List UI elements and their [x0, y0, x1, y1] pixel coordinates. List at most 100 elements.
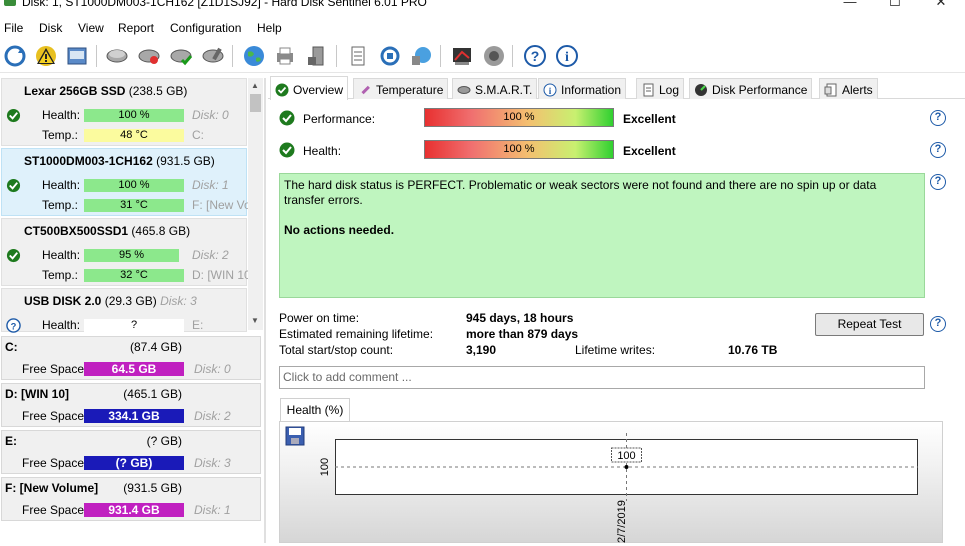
- minimize-button[interactable]: —: [827, 0, 873, 14]
- disk-entry[interactable]: CT500BX500SSD1 (465.8 GB) Health: 95 % D…: [1, 218, 251, 286]
- disk-number: Disk: 1: [192, 178, 229, 192]
- volume-name: F: [New Volume]: [5, 481, 99, 495]
- tab-log[interactable]: Log: [636, 78, 685, 99]
- scroll-thumb[interactable]: [250, 94, 261, 112]
- save-icon[interactable]: [285, 426, 305, 446]
- menu-disk[interactable]: Disk: [39, 21, 62, 35]
- volume-size: (? GB): [146, 434, 182, 448]
- volume-size: (87.4 GB): [129, 340, 182, 354]
- disk-entry-selected[interactable]: ST1000DM003-1CH162 (931.5 GB) Health: 10…: [1, 148, 251, 216]
- tab-information[interactable]: i Information: [538, 78, 627, 99]
- disk-entry[interactable]: USB DISK 2.0 (29.3 GB) Disk: 3 ? Health:…: [1, 288, 247, 333]
- menu-configuration[interactable]: Configuration: [170, 21, 241, 35]
- print-icon[interactable]: [272, 43, 298, 69]
- tab-disk-performance[interactable]: Disk Performance: [689, 78, 813, 99]
- tab-label: Log: [659, 83, 680, 97]
- comment-input[interactable]: Click to add comment ...: [279, 366, 925, 389]
- refresh-icon[interactable]: [2, 43, 28, 69]
- info-icon[interactable]: i: [554, 43, 580, 69]
- disk-entry[interactable]: Lexar 256GB SSD (238.5 GB) Health: 100 %…: [1, 78, 247, 146]
- chart-svg: 100: [335, 433, 918, 501]
- warning-icon[interactable]: [33, 43, 59, 69]
- volume-entry[interactable]: F: [New Volume] (931.5 GB) Free Space 93…: [1, 477, 261, 521]
- info-icon: i: [543, 83, 557, 97]
- disk-list-scrollbar[interactable]: ▲ ▼: [248, 78, 263, 330]
- benchmark-icon[interactable]: [449, 43, 475, 69]
- pane-divider[interactable]: [264, 78, 266, 543]
- chart-plot-area: 100: [335, 433, 918, 501]
- svg-text:?: ?: [11, 321, 17, 331]
- title-bar: Disk: 1, ST1000DM003-1CH162 [Z1D1SJ92] -…: [0, 0, 965, 16]
- health-bar: 100 %: [424, 140, 614, 159]
- tab-health-chart[interactable]: Health (%): [280, 398, 350, 422]
- svg-text:i: i: [565, 50, 569, 65]
- performance-rating: Excellent: [623, 112, 676, 126]
- report-icon[interactable]: [345, 43, 371, 69]
- maximize-button[interactable]: ☐: [872, 0, 918, 14]
- disk-name: Lexar 256GB SSD: [24, 84, 126, 98]
- free-space-bar: 64.5 GB: [84, 362, 184, 376]
- ok-check-icon: [279, 142, 295, 158]
- disk-window-icon[interactable]: [64, 43, 90, 69]
- tab-overview[interactable]: Overview: [270, 76, 349, 100]
- health-help-icon[interactable]: ?: [930, 142, 946, 158]
- volume-entry[interactable]: E: (? GB) Free Space (? GB) Disk: 3: [1, 430, 261, 474]
- scroll-up-icon[interactable]: ▲: [251, 81, 259, 90]
- free-space-label: Free Space: [22, 456, 85, 470]
- disk-name: CT500BX500SSD1: [24, 224, 129, 238]
- ok-check-icon: [279, 110, 295, 126]
- volume-entry[interactable]: C: (87.4 GB) Free Space 64.5 GB Disk: 0: [1, 336, 261, 380]
- help-icon[interactable]: ?: [522, 43, 548, 69]
- actions-text: No actions needed.: [284, 223, 395, 237]
- free-space-bar: 931.4 GB: [84, 503, 184, 517]
- free-space-label: Free Space: [22, 503, 85, 517]
- tab-label: Overview: [293, 82, 344, 97]
- menu-help[interactable]: Help: [257, 21, 282, 35]
- free-space-label: Free Space: [22, 362, 85, 376]
- free-space-bar: (? GB): [84, 456, 184, 470]
- menu-view[interactable]: View: [78, 21, 104, 35]
- data-point: [624, 465, 629, 469]
- repeat-test-button[interactable]: Repeat Test: [815, 313, 924, 336]
- log-icon: [643, 83, 654, 97]
- volume-entry[interactable]: D: [WIN 10] (465.1 GB) Free Space 334.1 …: [1, 383, 261, 427]
- sync-icon[interactable]: [377, 43, 403, 69]
- disk-test-icon[interactable]: [104, 43, 130, 69]
- disk-number: Disk: 0: [192, 108, 229, 122]
- tab-smart[interactable]: S.M.A.R.T.: [452, 78, 538, 99]
- repeat-help-icon[interactable]: ?: [930, 316, 946, 332]
- y-tick-label-svg: 100: [319, 458, 331, 476]
- scroll-down-icon[interactable]: ▼: [251, 316, 259, 325]
- status-help-icon[interactable]: ?: [930, 174, 946, 190]
- network-icon[interactable]: [408, 43, 434, 69]
- menu-report[interactable]: Report: [118, 21, 154, 35]
- ok-check-icon: [6, 178, 21, 193]
- free-space-bar: 334.1 GB: [84, 409, 184, 423]
- disk-surface-test-icon[interactable]: [136, 43, 162, 69]
- tab-alerts[interactable]: Alerts: [819, 78, 878, 99]
- sound-icon[interactable]: [481, 43, 507, 69]
- drive-letter: D: [WIN 10: [192, 268, 251, 282]
- volume-disk: Disk: 0: [194, 362, 231, 376]
- disk-list-pane: Lexar 256GB SSD (238.5 GB) Health: 100 %…: [0, 78, 265, 543]
- globe-icon[interactable]: [241, 43, 267, 69]
- volume-name: C:: [5, 340, 18, 354]
- disk-number: Disk: 2: [192, 248, 229, 262]
- server-icon[interactable]: [304, 43, 330, 69]
- thermometer-icon: [361, 85, 370, 95]
- tab-temperature[interactable]: Temperature: [353, 78, 449, 99]
- menu-bar: File Disk View Report Configuration Help: [0, 18, 965, 38]
- performance-help-icon[interactable]: ?: [930, 110, 946, 126]
- tab-label: Alerts: [842, 83, 873, 97]
- x-tick-label: 2/7/2019: [616, 500, 628, 543]
- status-text-box: The hard disk status is PERFECT. Problem…: [279, 173, 925, 298]
- menu-file[interactable]: File: [4, 21, 23, 35]
- disk-tool-icon[interactable]: [200, 43, 226, 69]
- disk-check-icon[interactable]: [168, 43, 194, 69]
- temp-bar: 31 °C: [84, 199, 184, 212]
- remaining-label: Estimated remaining lifetime:: [279, 327, 434, 341]
- close-button[interactable]: ✕: [918, 0, 964, 14]
- health-rating: Excellent: [623, 144, 676, 158]
- startstop-value: 3,190: [466, 343, 497, 357]
- performance-bar: 100 %: [424, 108, 614, 127]
